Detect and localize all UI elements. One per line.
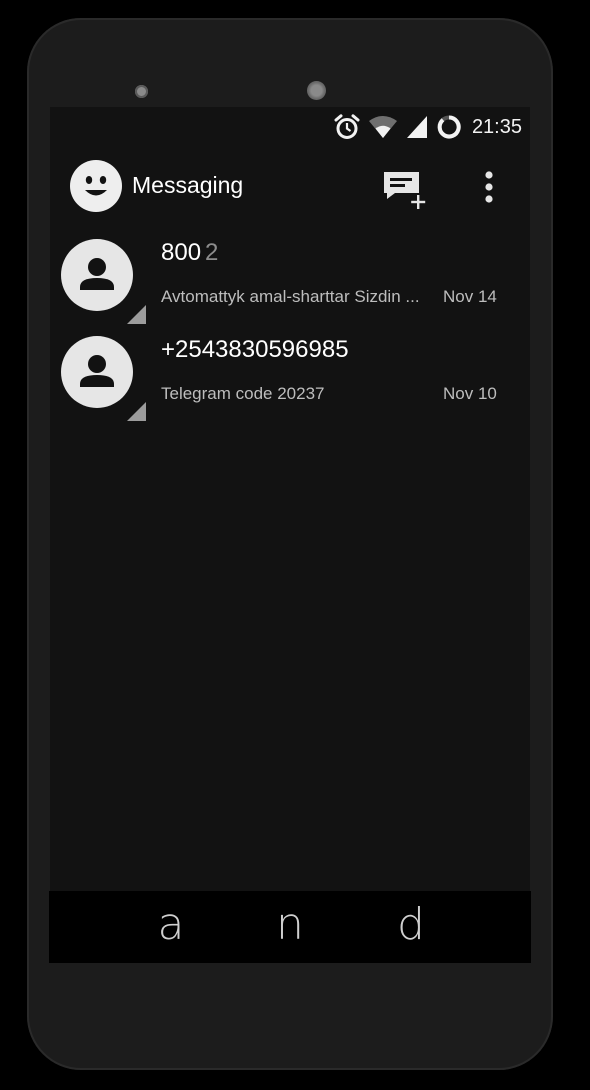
status-bar: 21:35 xyxy=(50,107,530,145)
alarm-icon xyxy=(334,114,360,139)
cell-signal-icon xyxy=(406,116,427,138)
status-time: 21:35 xyxy=(471,115,522,138)
sender-name: +2543830596985 xyxy=(161,336,349,363)
app-title: Messaging xyxy=(132,172,244,198)
message-snippet: Avtomattyk amal-sharttar Sizdin ... xyxy=(161,287,420,306)
person-icon[interactable] xyxy=(61,239,133,311)
status-icons: 21:35 xyxy=(334,113,522,141)
more-vert-icon xyxy=(485,171,493,203)
message-date: Nov 14 xyxy=(443,287,497,306)
new-message-button[interactable] xyxy=(381,169,431,209)
conversation-name: 800 2 xyxy=(161,239,218,267)
proximity-sensor xyxy=(135,85,148,98)
smiley-icon xyxy=(70,160,122,212)
new-message-icon xyxy=(384,172,426,209)
home-button[interactable]: n xyxy=(260,895,320,955)
avatar-corner-badge xyxy=(127,402,146,421)
earpiece-speaker xyxy=(307,81,326,100)
conversation-list: 800 2 Avtomattyk amal-sharttar Sizdin ...… xyxy=(50,225,530,421)
conversation-name: +2543830596985 xyxy=(161,336,353,364)
message-snippet: Telegram code 20237 xyxy=(161,384,325,403)
more-options-button[interactable] xyxy=(475,167,503,207)
navigation-bar: a n d xyxy=(49,891,531,963)
sender-name: 800 xyxy=(161,239,202,266)
app-bar: Messaging xyxy=(50,147,530,225)
battery-icon xyxy=(437,115,461,139)
conversation-item[interactable]: +2543830596985 Telegram code 20237 Nov 1… xyxy=(50,322,530,421)
conversation-item[interactable]: 800 2 Avtomattyk amal-sharttar Sizdin ...… xyxy=(50,225,530,324)
person-icon[interactable] xyxy=(61,336,133,408)
back-button[interactable]: a xyxy=(141,895,201,955)
recents-button[interactable]: d xyxy=(381,895,441,955)
wifi-icon xyxy=(368,116,397,138)
phone-screen: 21:35 Messaging 800 2 Avtomattyk amal-sh… xyxy=(50,107,530,963)
message-count: 2 xyxy=(205,239,219,266)
message-date: Nov 10 xyxy=(443,384,497,403)
